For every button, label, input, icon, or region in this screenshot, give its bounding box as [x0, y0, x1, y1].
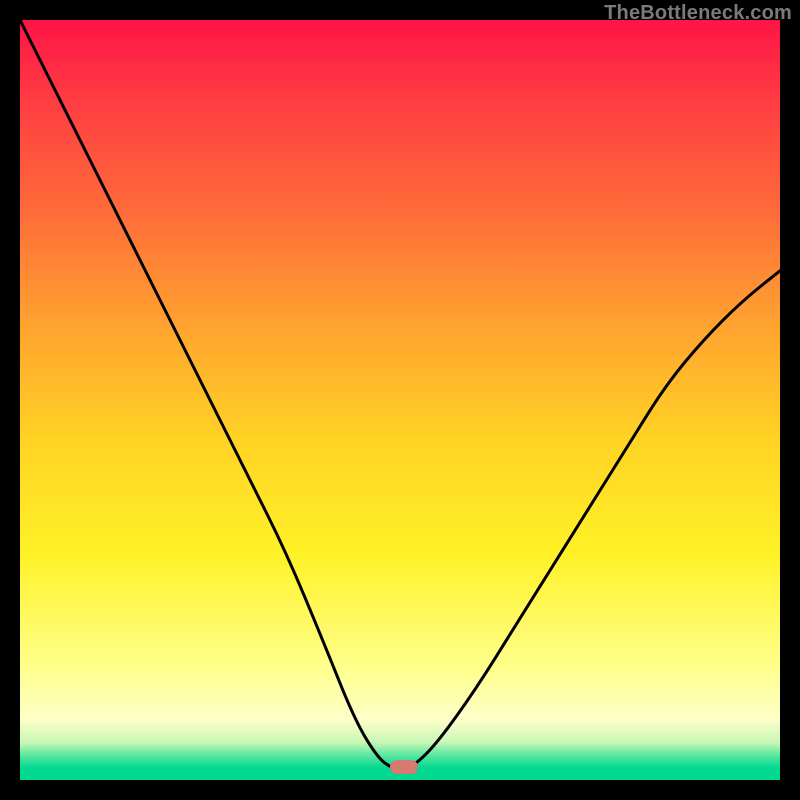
optimal-point-marker — [390, 760, 418, 774]
gradient-background — [20, 20, 780, 780]
chart-frame: TheBottleneck.com — [0, 0, 800, 800]
plot-area — [20, 20, 780, 780]
